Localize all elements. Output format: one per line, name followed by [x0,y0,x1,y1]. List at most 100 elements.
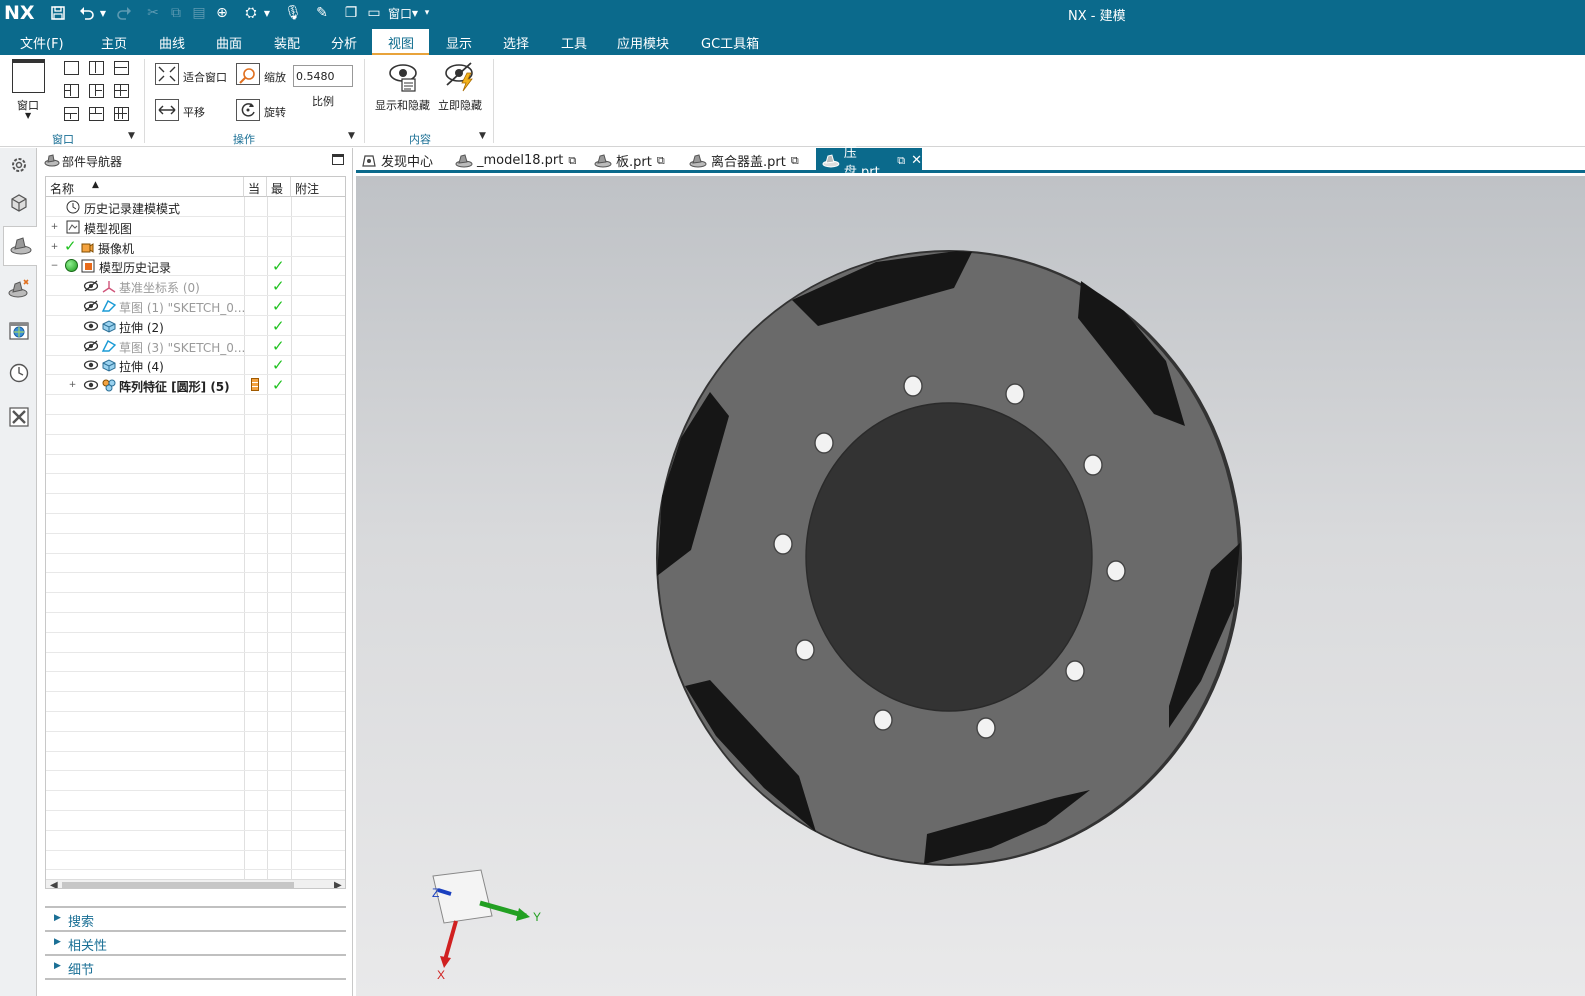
expand-details-icon[interactable]: ▶ [54,961,61,971]
tab-close-icon[interactable]: ✕ [911,153,922,168]
assembly-navigator-icon[interactable] [3,186,34,220]
expand-icon[interactable]: + [68,381,77,390]
column-header-name[interactable]: 名称 ▲ [46,177,244,197]
tree-row[interactable]: 草图 (3) "SKETCH_0... ✓ [46,336,345,356]
customize-icon[interactable]: ✎ [312,4,332,22]
tree-row[interactable]: 草图 (1) "SKETCH_0... ✓ [46,296,345,316]
dependencies-panel-section[interactable]: ▶ 相关性 [45,930,346,954]
details-panel-label[interactable]: 细节 [68,959,94,978]
graphics-viewport[interactable]: Z Y X [356,176,1585,996]
menu-item[interactable]: 选择 [503,33,529,52]
expand-dependencies-icon[interactable]: ▶ [54,937,61,947]
process-studio-tools-icon[interactable] [3,400,34,434]
dependencies-panel-label[interactable]: 相关性 [68,935,107,954]
tree-row[interactable]: + 模型视图 [46,217,345,237]
window-large-icon[interactable] [12,59,45,93]
maximize-panel-icon[interactable] [332,154,344,165]
zoom-label[interactable]: 缩放 [264,69,286,85]
three-view-bottom-icon[interactable] [89,107,104,121]
undo-icon[interactable] [77,4,97,22]
repeat-command-icon[interactable]: ⊕ [212,4,232,22]
single-view-icon[interactable] [64,61,79,75]
four-view-icon[interactable] [114,84,129,98]
menu-item[interactable]: 文件(F) [20,33,64,52]
tree-row[interactable]: 拉伸 (4) ✓ [46,355,345,376]
menu-item[interactable]: 工具 [561,33,587,52]
quick-access-more-icon[interactable]: ▾ [421,4,433,22]
zoom-icon[interactable] [236,63,260,85]
view-triad[interactable]: Z Y X [432,869,541,982]
three-view-top-icon[interactable] [64,107,79,121]
details-panel-section[interactable]: ▶ 细节 [45,954,346,978]
column-header-notes[interactable]: 附注 [291,177,345,197]
hide-now-label[interactable]: 立即隐藏 [438,97,482,113]
menu-item[interactable]: 主页 [101,33,127,52]
redo-icon[interactable] [114,4,134,22]
expand-search-icon[interactable]: ▶ [54,913,61,923]
horizontal-scrollbar[interactable]: ◀ ▶ [46,879,345,888]
visibility-eye-icon[interactable] [83,379,99,394]
window-dropdown-icon[interactable]: ▼ [25,111,31,120]
menu-item[interactable]: 分析 [331,33,357,52]
menu-item[interactable]: 装配 [274,33,300,52]
tree-row[interactable]: − 模型历史记录 ✓ [46,256,345,277]
menu-item[interactable]: GC工具箱 [701,33,759,52]
switch-window-icon[interactable]: ❐ [341,4,361,22]
scroll-left-icon[interactable]: ◀ [50,880,58,888]
menu-item[interactable]: 视图 [388,33,414,52]
horizontal-split-icon[interactable] [114,61,129,75]
two-view-icon[interactable] [89,61,104,75]
tab-discovery-center[interactable]: 发现中心 [361,148,451,173]
reuse-library-icon[interactable] [3,272,34,306]
tab-plate[interactable]: 板.prt ⧉ [594,148,672,173]
paste-icon[interactable]: ▤ [189,4,209,22]
expand-icon[interactable]: + [50,222,59,232]
microphone-icon[interactable]: 🎙 [283,4,303,22]
tree-row[interactable]: + ✓ 摄像机 [46,237,345,257]
web-browser-icon[interactable] [3,314,34,348]
part-navigator-icon[interactable] [3,226,37,266]
collapse-icon[interactable]: − [50,262,59,271]
tab-pressure-plate[interactable]: 压盘.prt ⧉ ✕ [816,146,922,180]
tab-model18[interactable]: _model18.prt ⧉ [455,148,580,173]
show-hide-label[interactable]: 显示和隐藏 [375,97,430,113]
touch-dropdown-icon[interactable]: ▼ [261,4,273,22]
menu-item[interactable]: 曲面 [216,33,242,52]
undo-dropdown-icon[interactable]: ▼ [97,4,109,22]
scale-input[interactable]: 0.5480 [293,65,353,87]
tree-row[interactable]: 基准坐标系 (0) ✓ [46,276,345,297]
tab-clutter-cover[interactable]: 离合器盖.prt ⧉ [689,148,801,173]
visibility-hidden-icon[interactable] [83,280,99,295]
window-group-caret-icon[interactable]: ▼ [128,131,135,141]
fit-window-label[interactable]: 适合窗口 [183,69,227,85]
tab-popout-icon[interactable]: ⧉ [657,154,665,168]
window-dropdown-icon[interactable]: ▼ [409,4,421,22]
search-panel-section[interactable]: ▶ 搜索 [45,906,346,930]
six-view-icon[interactable] [114,107,129,121]
preview-panel-section[interactable] [45,978,346,996]
tab-popout-icon[interactable]: ⧉ [568,154,576,168]
operations-group-caret-icon[interactable]: ▼ [348,131,355,141]
menu-item[interactable]: 显示 [446,33,472,52]
scroll-right-icon[interactable]: ▶ [334,880,342,888]
column-header-current[interactable]: 当 [244,177,267,197]
column-header-latest[interactable]: 最 [267,177,291,197]
hide-now-icon[interactable] [443,59,477,93]
pan-label[interactable]: 平移 [183,104,205,120]
three-view-left-icon[interactable] [64,84,79,98]
settings-gear-icon[interactable] [3,148,34,182]
copy-icon[interactable]: ⧉ [166,4,186,22]
pan-icon[interactable] [155,99,179,121]
camera-check-icon[interactable]: ✓ [64,237,77,255]
show-hide-icon[interactable] [387,59,419,93]
save-icon[interactable] [48,4,68,22]
visibility-hidden-icon[interactable] [83,300,99,315]
content-group-caret-icon[interactable]: ▼ [479,131,486,141]
tree-row[interactable]: 拉伸 (2) ✓ [46,316,345,336]
rotate-label[interactable]: 旋转 [264,104,286,120]
rotate-icon[interactable] [236,99,260,121]
history-clock-icon[interactable] [3,356,34,390]
search-panel-label[interactable]: 搜索 [68,911,94,930]
three-view-right-icon[interactable] [89,84,104,98]
cut-icon[interactable]: ✂ [143,4,163,22]
